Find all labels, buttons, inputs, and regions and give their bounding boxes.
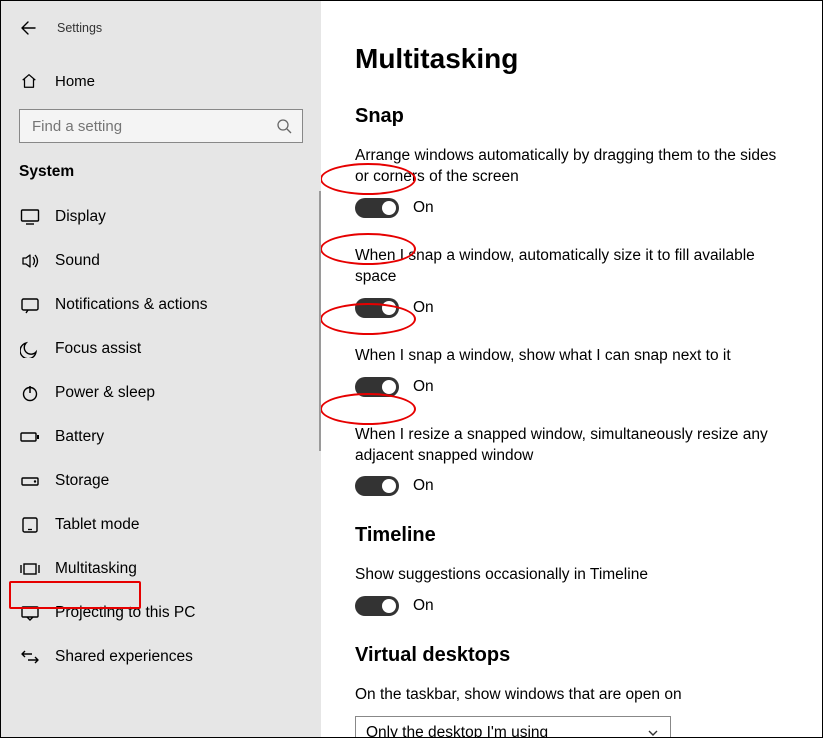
virtual-setting-label: On the taskbar, show windows that are op… [355,685,788,706]
sidebar-item-projecting[interactable]: Projecting to this PC [1,591,321,635]
notifications-icon [19,295,41,315]
sidebar-item-label: Projecting to this PC [55,604,195,622]
timeline-toggle[interactable] [355,596,399,616]
snap-toggle-1-state: On [413,199,434,217]
home-icon [19,71,39,91]
section-heading-timeline: Timeline [355,524,788,547]
section-heading-virtual-desktops: Virtual desktops [355,644,788,667]
sidebar-item-power-sleep[interactable]: Power & sleep [1,371,321,415]
category-heading: System [1,159,321,195]
snap-toggle-1[interactable] [355,198,399,218]
timeline-toggle-state: On [413,597,434,615]
snap-toggle-2-state: On [413,299,434,317]
sidebar-item-label: Storage [55,472,109,490]
sidebar-item-focus-assist[interactable]: Focus assist [1,327,321,371]
battery-icon [19,427,41,447]
sidebar-item-label: Sound [55,252,100,270]
projecting-icon [19,603,41,623]
snap-toggle-4-state: On [413,477,434,495]
snap-toggle-3-state: On [413,378,434,396]
sidebar-item-display[interactable]: Display [1,195,321,239]
storage-icon [19,471,41,491]
window-title: Settings [57,21,102,35]
page-title: Multitasking [355,43,788,75]
focus-assist-icon [19,339,41,359]
sidebar-item-storage[interactable]: Storage [1,459,321,503]
tablet-icon [19,515,41,535]
snap-setting-label-3: When I snap a window, show what I can sn… [355,346,788,367]
annotation-oval-4 [321,393,416,425]
search-input-box[interactable] [19,109,303,143]
snap-setting-label-1: Arrange windows automatically by draggin… [355,146,788,188]
section-heading-snap: Snap [355,105,788,128]
multitasking-icon [19,559,41,579]
snap-toggle-4[interactable] [355,476,399,496]
virtual-desktop-selected: Only the desktop I'm using [366,724,548,737]
sidebar-item-shared-experiences[interactable]: Shared experiences [1,635,321,679]
display-icon [19,207,41,227]
sidebar-item-label: Battery [55,428,104,446]
sidebar-item-label: Display [55,208,106,226]
settings-sidebar: Settings Home System Display Sound Notif… [1,1,321,737]
sidebar-item-tablet-mode[interactable]: Tablet mode [1,503,321,547]
sound-icon [19,251,41,271]
settings-main-panel: Multitasking Snap Arrange windows automa… [321,1,822,737]
home-nav[interactable]: Home [1,61,321,101]
power-icon [19,383,41,403]
sidebar-item-label: Multitasking [55,560,137,578]
snap-setting-label-4: When I resize a snapped window, simultan… [355,425,788,467]
snap-setting-label-2: When I snap a window, automatically size… [355,246,788,288]
sidebar-item-label: Shared experiences [55,648,193,666]
search-input[interactable] [30,117,250,136]
shared-icon [19,647,41,667]
sidebar-item-label: Focus assist [55,340,141,358]
chevron-down-icon [646,726,660,737]
back-button[interactable] [19,19,37,37]
sidebar-item-battery[interactable]: Battery [1,415,321,459]
virtual-desktop-select[interactable]: Only the desktop I'm using [355,716,671,737]
sidebar-item-label: Notifications & actions [55,296,208,314]
sidebar-item-label: Tablet mode [55,516,139,534]
snap-toggle-2[interactable] [355,298,399,318]
snap-toggle-3[interactable] [355,377,399,397]
sidebar-item-multitasking[interactable]: Multitasking [1,547,321,591]
back-arrow-icon [20,20,36,36]
sidebar-item-label: Power & sleep [55,384,155,402]
timeline-setting-label: Show suggestions occasionally in Timelin… [355,565,788,586]
sidebar-item-notifications[interactable]: Notifications & actions [1,283,321,327]
sidebar-item-sound[interactable]: Sound [1,239,321,283]
home-label: Home [55,73,95,90]
search-icon [276,118,292,134]
